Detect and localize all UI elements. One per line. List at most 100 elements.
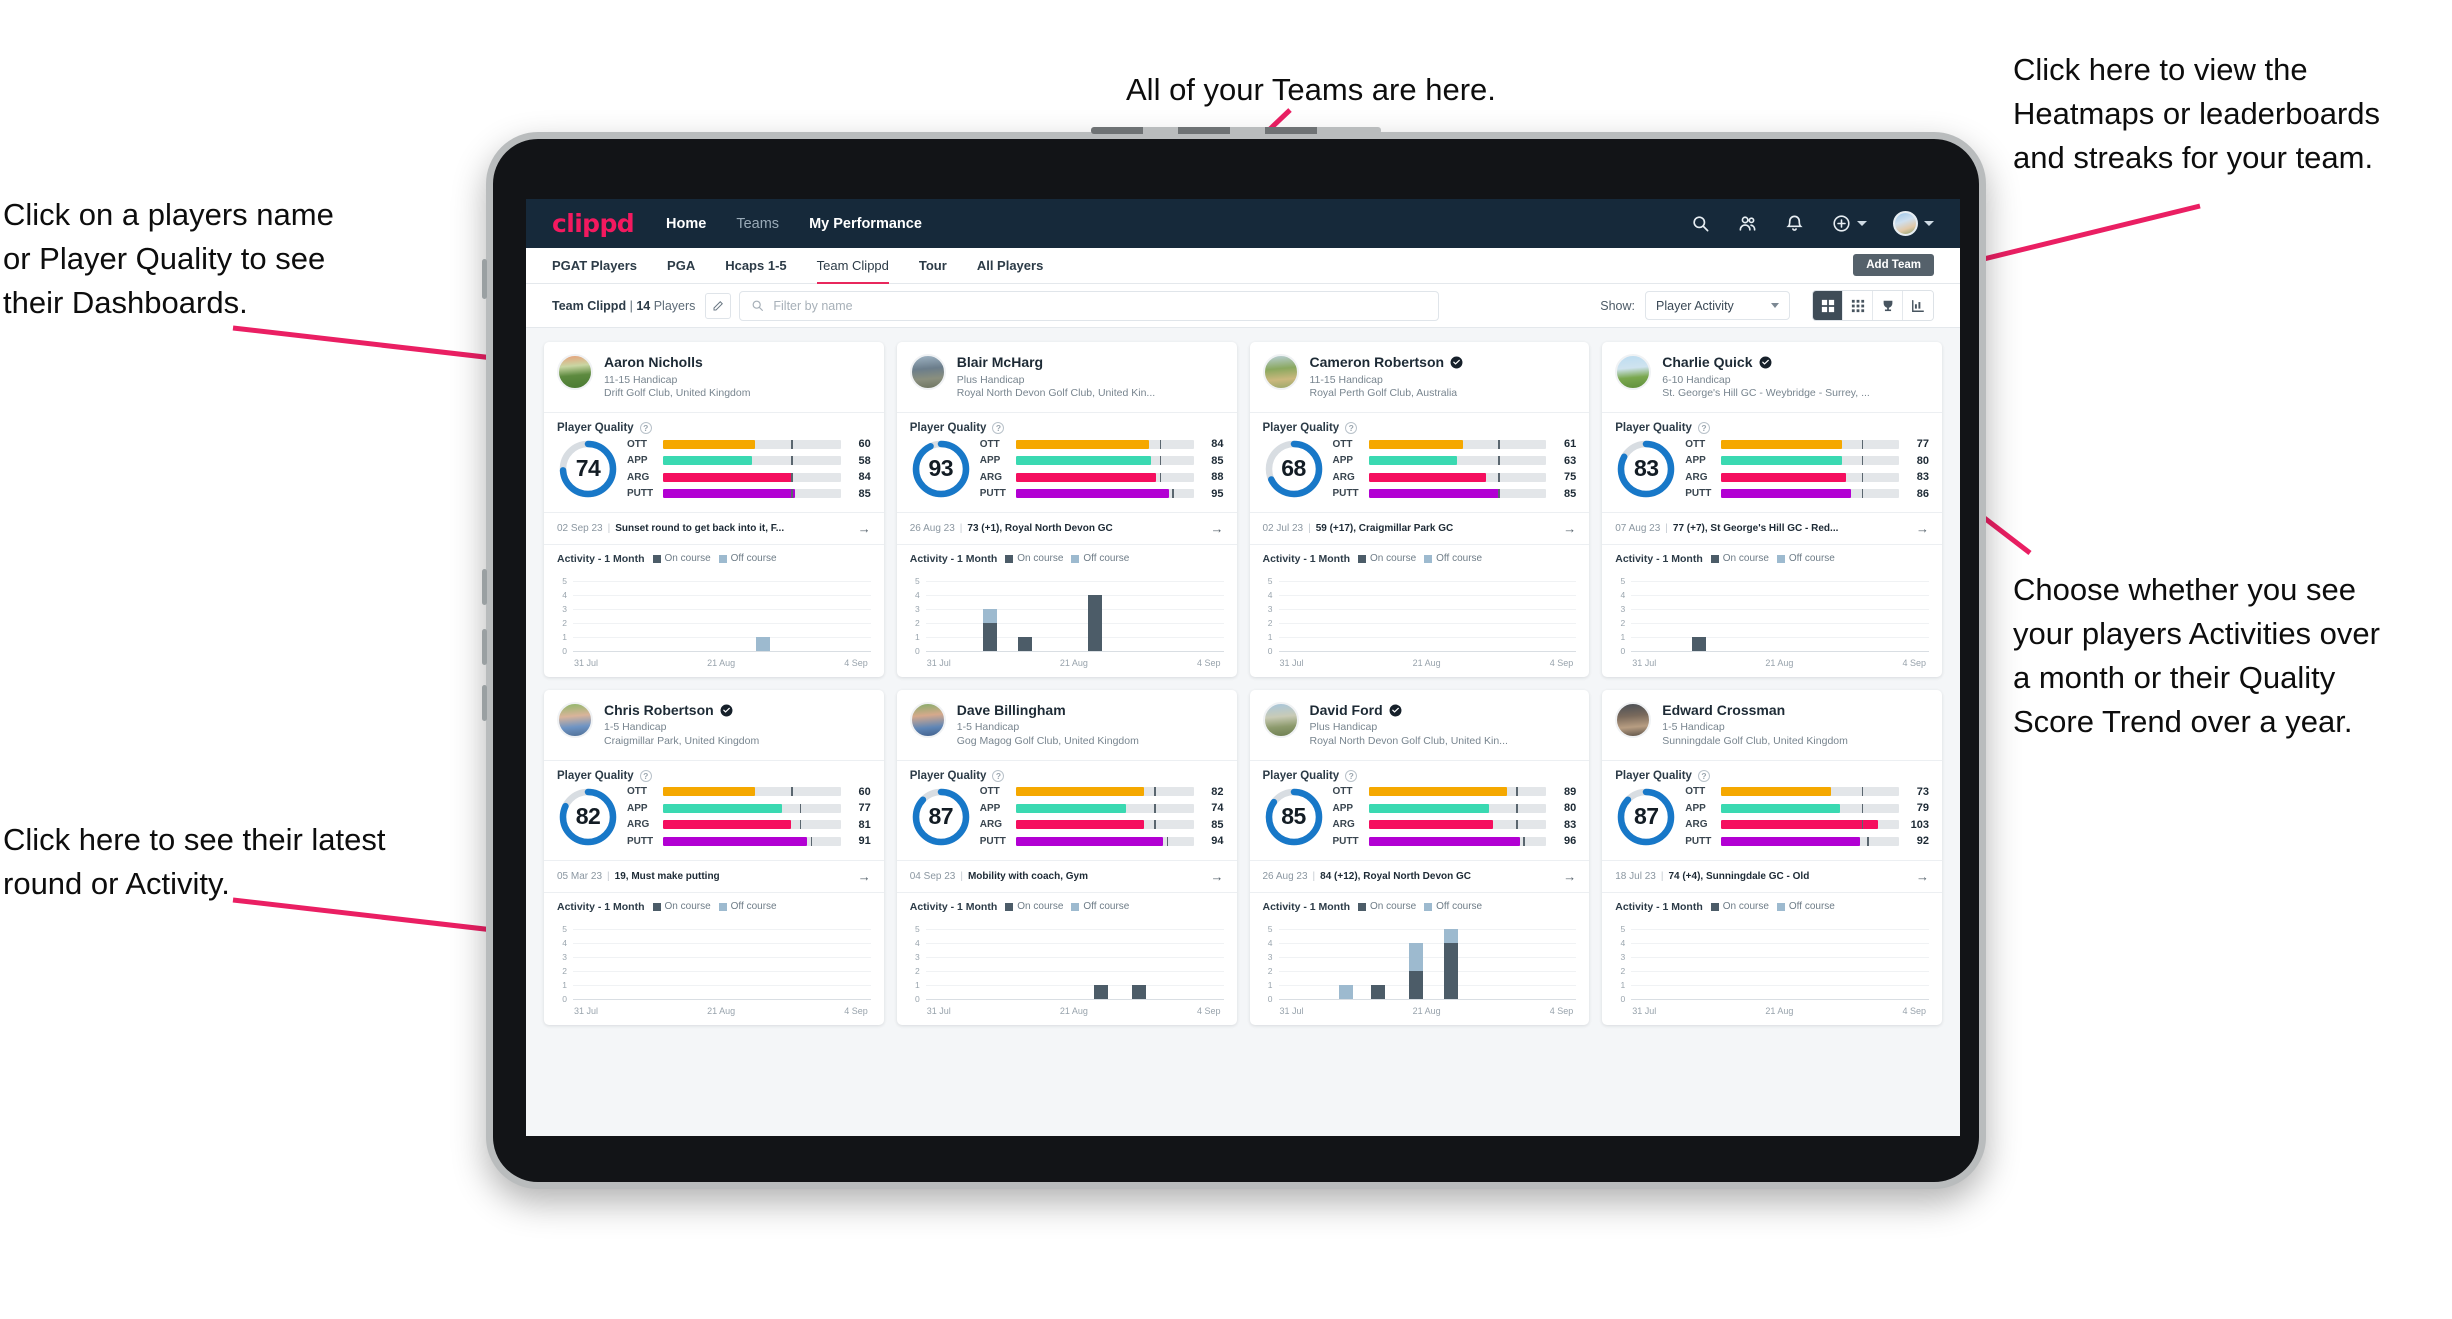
people-icon[interactable] <box>1737 213 1758 234</box>
player-name[interactable]: Edward Crossman <box>1662 702 1785 719</box>
pencil-icon[interactable] <box>705 292 732 319</box>
latest-round-row[interactable]: 07 Aug 23 | 77 (+7), St George's Hill GC… <box>1602 513 1942 544</box>
arrow-right-icon[interactable]: → <box>1916 869 1929 884</box>
grid-large-icon[interactable] <box>1813 291 1843 320</box>
player-card[interactable]: Aaron Nicholls 11-15 Handicap Drift Golf… <box>544 342 884 677</box>
player-name-row[interactable]: Edward Crossman <box>1662 702 1929 719</box>
info-icon[interactable]: ? <box>639 421 652 434</box>
player-card-header[interactable]: Edward Crossman 1-5 Handicap Sunningdale… <box>1602 690 1942 760</box>
player-quality-body[interactable]: 82 OTT 60 APP 77 ARG 81 PUTT 91 <box>544 784 884 860</box>
player-quality-body[interactable]: 74 OTT 60 APP 58 ARG 84 PUTT 85 <box>544 436 884 512</box>
player-name[interactable]: Blair McHarg <box>957 354 1043 371</box>
player-avatar[interactable] <box>1615 354 1652 390</box>
grid-small-icon[interactable] <box>1843 291 1873 320</box>
quality-score-ring[interactable]: 87 <box>910 786 972 848</box>
player-name[interactable]: David Ford <box>1310 702 1383 719</box>
player-quality-body[interactable]: 87 OTT 82 APP 74 ARG 85 PUTT 94 <box>897 784 1237 860</box>
plus-circle-icon[interactable] <box>1831 213 1852 234</box>
latest-round-row[interactable]: 02 Sep 23 | Sunset round to get back int… <box>544 513 884 544</box>
player-name[interactable]: Chris Robertson <box>604 702 714 719</box>
avatar[interactable] <box>1893 211 1918 236</box>
player-quality-body[interactable]: 68 OTT 61 APP 63 ARG 75 PUTT 85 <box>1250 436 1590 512</box>
player-card-header[interactable]: Chris Robertson 1-5 Handicap Craigmillar… <box>544 690 884 760</box>
player-name-row[interactable]: Blair McHarg <box>957 354 1224 371</box>
player-card-header[interactable]: David Ford Plus Handicap Royal North Dev… <box>1250 690 1590 760</box>
player-name-row[interactable]: Aaron Nicholls <box>604 354 871 371</box>
arrow-right-icon[interactable]: → <box>1211 521 1224 536</box>
arrow-right-icon[interactable]: → <box>1211 869 1224 884</box>
player-avatar[interactable] <box>1262 354 1299 390</box>
latest-round-row[interactable]: 05 Mar 23 | 19, Must make putting → <box>544 861 884 892</box>
player-card-header[interactable]: Dave Billingham 1-5 Handicap Gog Magog G… <box>897 690 1237 760</box>
player-name-row[interactable]: Cameron Robertson <box>1310 354 1577 371</box>
quality-score-ring[interactable]: 68 <box>1263 438 1325 500</box>
nav-link-home[interactable]: Home <box>666 216 706 232</box>
quality-score-ring[interactable]: 93 <box>910 438 972 500</box>
info-icon[interactable]: ? <box>1345 421 1358 434</box>
show-select[interactable]: Player Activity <box>1645 291 1790 320</box>
player-card[interactable]: Edward Crossman 1-5 Handicap Sunningdale… <box>1602 689 1942 1025</box>
info-icon[interactable]: ? <box>992 421 1005 434</box>
latest-round-row[interactable]: 26 Aug 23 | 84 (+12), Royal North Devon … <box>1250 861 1590 892</box>
chart-bars-icon[interactable] <box>1903 291 1933 320</box>
bell-icon[interactable] <box>1784 213 1805 234</box>
arrow-right-icon[interactable]: → <box>1916 521 1929 536</box>
info-icon[interactable]: ? <box>992 769 1005 782</box>
player-name[interactable]: Aaron Nicholls <box>604 354 703 371</box>
arrow-right-icon[interactable]: → <box>1563 521 1576 536</box>
player-card-header[interactable]: Aaron Nicholls 11-15 Handicap Drift Golf… <box>544 342 884 412</box>
player-card[interactable]: Chris Robertson 1-5 Handicap Craigmillar… <box>544 689 884 1025</box>
player-avatar[interactable] <box>1262 701 1299 738</box>
info-icon[interactable]: ? <box>1697 769 1710 782</box>
quality-score-ring[interactable]: 82 <box>557 786 619 848</box>
player-card[interactable]: David Ford Plus Handicap Royal North Dev… <box>1249 689 1590 1025</box>
player-name-row[interactable]: Charlie Quick <box>1662 354 1929 371</box>
player-name[interactable]: Dave Billingham <box>957 702 1066 719</box>
player-avatar[interactable] <box>557 701 593 738</box>
player-quality-body[interactable]: 85 OTT 89 APP 80 ARG 83 PUTT 96 <box>1250 784 1590 860</box>
arrow-right-icon[interactable]: → <box>858 521 871 536</box>
tab-hcaps-1-5[interactable]: Hcaps 1-5 <box>725 248 786 284</box>
quality-score-ring[interactable]: 85 <box>1263 786 1325 848</box>
player-name[interactable]: Charlie Quick <box>1662 354 1752 371</box>
player-name-row[interactable]: David Ford <box>1310 702 1577 719</box>
quality-score-ring[interactable]: 83 <box>1615 438 1677 500</box>
arrow-right-icon[interactable]: → <box>858 869 871 884</box>
nav-link-teams[interactable]: Teams <box>736 216 779 232</box>
info-icon[interactable]: ? <box>1345 769 1358 782</box>
player-quality-body[interactable]: 93 OTT 84 APP 85 ARG 88 PUTT 95 <box>897 436 1237 512</box>
quality-score-ring[interactable]: 74 <box>557 438 619 500</box>
tab-all-players[interactable]: All Players <box>977 248 1044 284</box>
nav-link-my-performance[interactable]: My Performance <box>809 216 922 232</box>
player-avatar[interactable] <box>909 354 946 390</box>
player-card[interactable]: Dave Billingham 1-5 Handicap Gog Magog G… <box>896 689 1237 1025</box>
info-icon[interactable]: ? <box>639 769 652 782</box>
player-quality-body[interactable]: 87 OTT 73 APP 79 ARG 103 PUTT 92 <box>1602 784 1942 860</box>
player-quality-body[interactable]: 83 OTT 77 APP 80 ARG 83 PUTT 86 <box>1602 436 1942 512</box>
player-avatar[interactable] <box>557 354 593 390</box>
quality-score-ring[interactable]: 87 <box>1615 786 1677 848</box>
clippd-logo[interactable]: clippd <box>552 209 635 238</box>
latest-round-row[interactable]: 18 Jul 23 | 74 (+4), Sunningdale GC - Ol… <box>1602 861 1942 892</box>
tab-pga[interactable]: PGA <box>667 248 695 284</box>
tab-pgat-players[interactable]: PGAT Players <box>552 248 637 284</box>
player-card[interactable]: Blair McHarg Plus Handicap Royal North D… <box>896 342 1237 677</box>
player-card-header[interactable]: Blair McHarg Plus Handicap Royal North D… <box>897 342 1237 412</box>
player-card[interactable]: Cameron Robertson 11-15 Handicap Royal P… <box>1249 342 1590 677</box>
player-avatar[interactable] <box>909 701 946 738</box>
latest-round-row[interactable]: 02 Jul 23 | 59 (+17), Craigmillar Park G… <box>1250 513 1590 544</box>
trophy-icon[interactable] <box>1873 291 1903 320</box>
search-icon[interactable] <box>1690 213 1711 234</box>
player-avatar[interactable] <box>1615 701 1652 738</box>
player-card-header[interactable]: Cameron Robertson 11-15 Handicap Royal P… <box>1250 342 1590 412</box>
arrow-right-icon[interactable]: → <box>1563 869 1576 884</box>
tab-tour[interactable]: Tour <box>919 248 947 284</box>
latest-round-row[interactable]: 04 Sep 23 | Mobility with coach, Gym → <box>897 861 1237 892</box>
player-name-row[interactable]: Dave Billingham <box>957 702 1224 719</box>
user-menu[interactable] <box>1893 211 1934 236</box>
add-menu[interactable] <box>1831 213 1867 234</box>
player-card-header[interactable]: Charlie Quick 6-10 Handicap St. George's… <box>1602 342 1942 412</box>
search-input[interactable]: Filter by name <box>739 290 1440 321</box>
latest-round-row[interactable]: 26 Aug 23 | 73 (+1), Royal North Devon G… <box>897 513 1237 544</box>
info-icon[interactable]: ? <box>1697 421 1710 434</box>
